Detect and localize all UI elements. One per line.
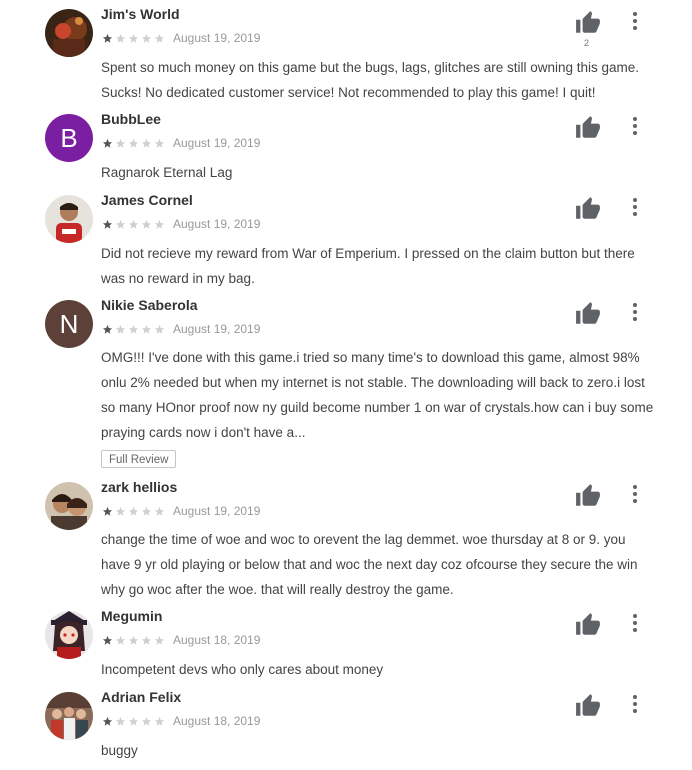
avatar-photo [45,9,93,57]
star-empty-icon [154,716,165,727]
more-vert-icon[interactable] [626,11,644,31]
star-empty-icon [128,506,139,517]
review-date: August 18, 2019 [173,714,261,728]
star-empty-icon [115,219,126,230]
review-author[interactable]: BubbLee [101,111,161,127]
thumbs-up-icon[interactable] [575,115,601,141]
review-text: Incompetent devs who only cares about mo… [101,662,384,677]
star-rating [102,506,165,517]
star-empty-icon [141,219,152,230]
star-filled-icon [102,219,113,230]
review-date: August 18, 2019 [173,633,261,647]
helpful-count: 2 [584,38,590,48]
review-author[interactable]: Nikie Saberola [101,297,198,313]
review-date: August 19, 2019 [173,504,261,518]
star-empty-icon [154,506,165,517]
review-text: Did not recieve my reward from War of Em… [101,246,635,286]
review-author[interactable]: zark hellios [101,479,177,495]
star-empty-icon [154,33,165,44]
star-filled-icon [102,138,113,149]
star-filled-icon [102,635,113,646]
review-author[interactable]: Adrian Felix [101,689,181,705]
star-rating [102,324,165,335]
star-empty-icon [154,324,165,335]
thumbs-up-icon[interactable] [575,196,601,222]
review-text: OMG!!! I've done with this game.i tried … [101,350,654,440]
star-empty-icon [128,219,139,230]
star-empty-icon [115,324,126,335]
more-vert-icon[interactable] [626,116,644,136]
star-empty-icon [141,635,152,646]
avatar: N [45,300,93,348]
star-empty-icon [115,716,126,727]
star-empty-icon [115,138,126,149]
more-vert-icon[interactable] [626,484,644,504]
more-vert-icon[interactable] [626,613,644,633]
star-empty-icon [115,635,126,646]
avatar [45,482,93,530]
star-empty-icon [141,716,152,727]
star-rating [102,219,165,230]
review-date: August 19, 2019 [173,136,261,150]
more-vert-icon[interactable] [626,694,644,714]
star-empty-icon [115,33,126,44]
review-author[interactable]: Jim's World [101,6,180,22]
review-text: change the time of woe and woc to oreven… [101,532,638,597]
full-review-button[interactable]: Full Review [101,450,177,468]
avatar [45,195,93,243]
star-empty-icon [141,138,152,149]
more-vert-icon[interactable] [626,302,644,322]
thumbs-up-icon[interactable] [575,301,601,327]
review-text: Spent so much money on this game but the… [101,60,640,100]
star-rating [102,138,165,149]
avatar-photo [45,482,93,530]
review-date: August 19, 2019 [173,217,261,231]
avatar-photo [45,195,93,243]
avatar-photo [45,692,93,740]
review-date: August 19, 2019 [173,322,261,336]
star-empty-icon [154,138,165,149]
avatar-letter: B [60,122,78,153]
star-filled-icon [102,324,113,335]
star-filled-icon [102,716,113,727]
star-empty-icon [128,635,139,646]
star-empty-icon [128,138,139,149]
star-rating [102,716,165,727]
star-empty-icon [128,716,139,727]
star-empty-icon [154,219,165,230]
star-rating [102,635,165,646]
star-empty-icon [141,33,152,44]
thumbs-up-icon[interactable] [575,483,601,509]
star-filled-icon [102,33,113,44]
review-text: buggy [101,743,138,758]
star-empty-icon [141,506,152,517]
more-vert-icon[interactable] [626,197,644,217]
star-rating [102,33,165,44]
avatar: B [45,114,93,162]
review-author[interactable]: Megumin [101,608,162,624]
star-empty-icon [128,33,139,44]
avatar-photo [45,611,93,659]
star-filled-icon [102,506,113,517]
star-empty-icon [115,506,126,517]
thumbs-up-icon[interactable] [575,612,601,638]
review-text: Ragnarok Eternal Lag [101,165,233,180]
star-empty-icon [154,635,165,646]
thumbs-up-icon[interactable] [575,10,601,36]
avatar [45,9,93,57]
review-date: August 19, 2019 [173,31,261,45]
avatar [45,611,93,659]
avatar-letter: N [59,308,79,339]
star-empty-icon [141,324,152,335]
thumbs-up-icon[interactable] [575,693,601,719]
avatar [45,692,93,740]
review-author[interactable]: James Cornel [101,192,193,208]
star-empty-icon [128,324,139,335]
